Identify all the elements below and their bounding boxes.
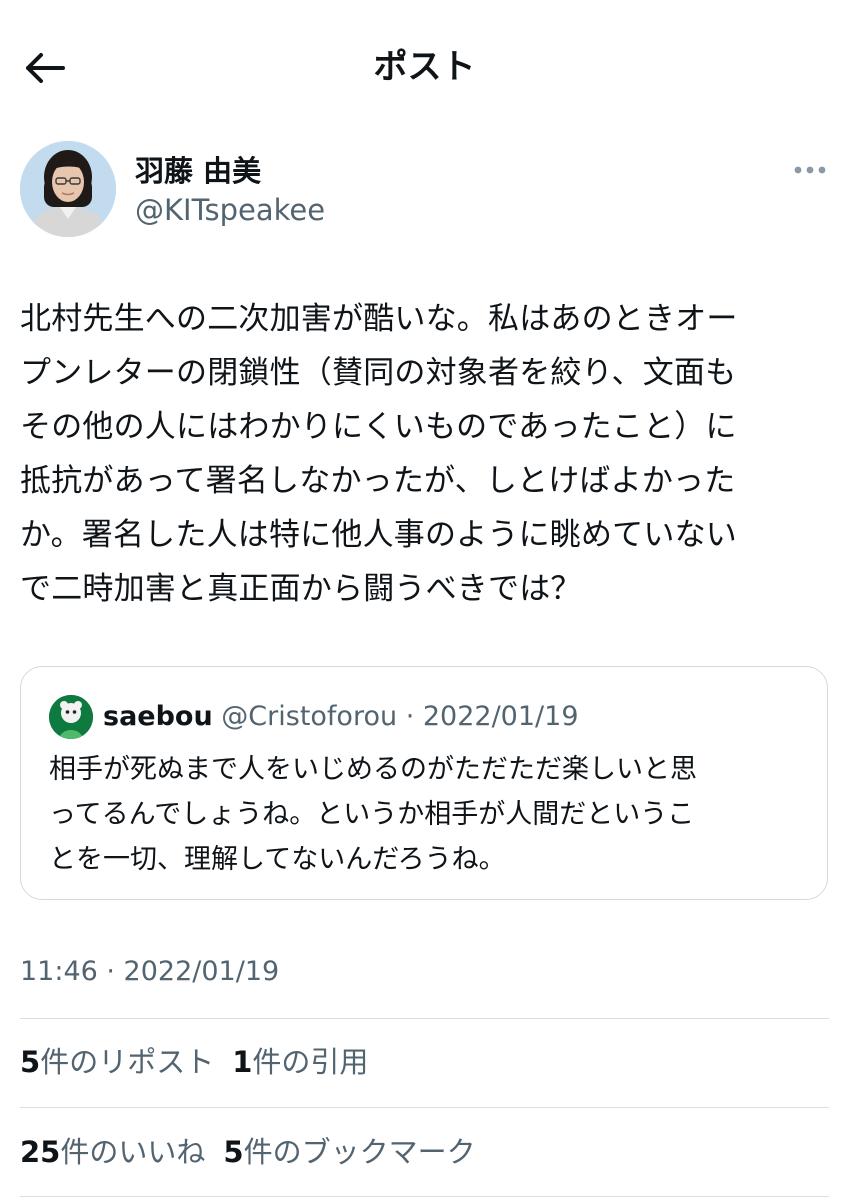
quoted-avatar[interactable] xyxy=(49,695,93,739)
divider xyxy=(20,1018,829,1019)
quoted-date: 2022/01/19 xyxy=(422,701,579,732)
reposts-label: 件のリポスト xyxy=(40,1045,215,1079)
reposts-stat[interactable]: 5件のリポスト xyxy=(20,1045,214,1079)
quotes-count: 1 xyxy=(232,1045,253,1079)
quoted-header: saebou @Cristoforou · 2022/01/19 xyxy=(103,697,579,737)
stats-row-reposts: 5件のリポスト 1件の引用 xyxy=(20,1040,368,1084)
quotes-label: 件の引用 xyxy=(252,1045,369,1079)
reposts-count: 5 xyxy=(20,1045,41,1079)
divider xyxy=(20,1107,829,1108)
likes-stat[interactable]: 25件のいいね xyxy=(20,1135,205,1169)
likes-count: 25 xyxy=(20,1135,61,1169)
page-title: ポスト xyxy=(373,47,476,87)
likes-label: 件のいいね xyxy=(60,1135,206,1169)
quoted-display-name[interactable]: saebou xyxy=(103,701,213,732)
divider xyxy=(20,1196,829,1197)
quoted-avatar-image xyxy=(49,695,93,739)
top-bar: ポスト xyxy=(0,0,849,130)
bookmarks-count: 5 xyxy=(223,1135,244,1169)
author-handle[interactable]: @KITspeakee xyxy=(135,191,325,229)
author-portrait-image xyxy=(20,141,116,237)
more-options-button[interactable] xyxy=(790,156,830,184)
author-avatar[interactable] xyxy=(20,141,116,237)
author-display-name[interactable]: 羽藤 由美 xyxy=(135,152,261,190)
bookmarks-stat[interactable]: 5件のブックマーク xyxy=(223,1135,475,1169)
quoted-post-card[interactable]: saebou @Cristoforou · 2022/01/19 相手が死ぬまで… xyxy=(20,666,828,900)
post-timestamp[interactable]: 11:46 · 2022/01/19 xyxy=(20,952,279,992)
stats-row-likes: 25件のいいね 5件のブックマーク xyxy=(20,1130,476,1174)
bookmarks-label: 件のブックマーク xyxy=(243,1135,476,1169)
quotes-stat[interactable]: 1件の引用 xyxy=(232,1045,368,1079)
more-horizontal-icon xyxy=(794,166,826,174)
quoted-text: 相手が死ぬまで人をいじめるのがただただ楽しいと思 ってるんでしょうね。というか相… xyxy=(49,754,697,875)
quoted-separator: · xyxy=(405,701,415,732)
quoted-handle[interactable]: @Cristoforou xyxy=(221,701,397,732)
post-text: 北村先生への二次加害が酷いな。私はあのときオー プンレターの閉鎖性（賛同の対象者… xyxy=(20,301,738,607)
